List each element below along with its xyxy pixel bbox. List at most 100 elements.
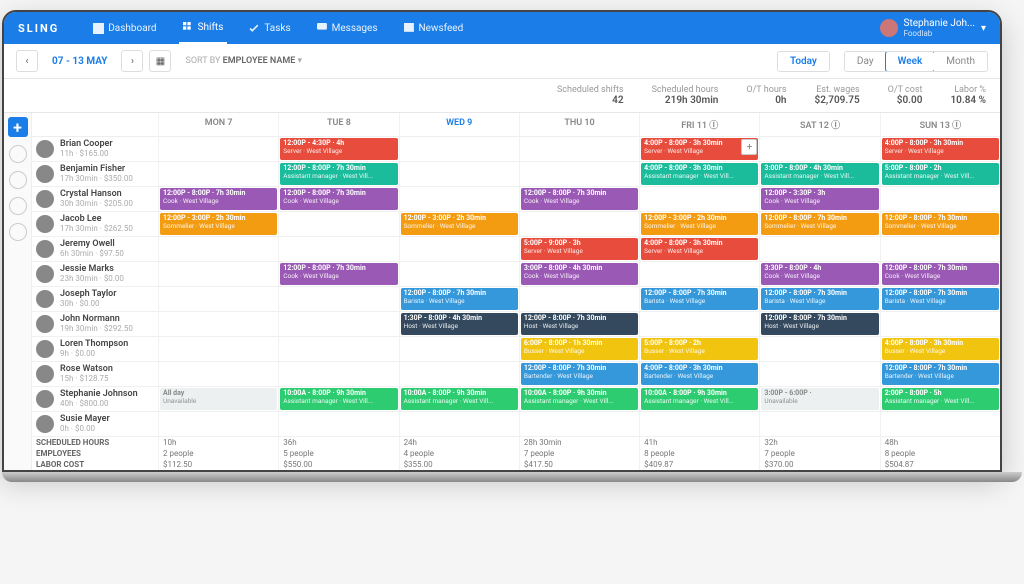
shift-block[interactable]: All dayUnavailable — [160, 388, 277, 410]
shift-slot[interactable]: 12:00P - 8:00P · 7h 30minBartender · Wes… — [519, 362, 639, 387]
shift-slot[interactable]: 12:00P - 3:00P · 2h 30minSommelier · Wes… — [158, 212, 278, 237]
shift-slot[interactable]: 12:00P - 8:00P · 7h 30minSommelier · Wes… — [759, 212, 879, 237]
shift-slot[interactable]: 12:00P - 8:00P · 7h 30minBarista · West … — [399, 287, 519, 312]
shift-slot[interactable] — [278, 287, 398, 312]
shift-block[interactable]: 12:00P - 8:00P · 7h 30minCook · West Vil… — [280, 188, 397, 210]
shift-slot[interactable] — [639, 412, 759, 437]
employee-cell[interactable]: Jeremy Owell6h 30min · $97.50 — [32, 237, 158, 262]
shift-slot[interactable]: 4:00P - 8:00P · 3h 30minServer · West Vi… — [639, 137, 759, 162]
shift-slot[interactable]: 3:30P - 8:00P · 4hCook · West Village — [759, 262, 879, 287]
employee-cell[interactable]: Joseph Taylor30h · $0.00 — [32, 287, 158, 312]
shift-slot[interactable] — [399, 262, 519, 287]
shift-block[interactable]: 12:00P - 8:00P · 7h 30minCook · West Vil… — [882, 263, 999, 285]
shift-block[interactable]: 12:00P - 8:00P · 7h 30minBarista · West … — [761, 288, 878, 310]
shift-slot[interactable]: 4:00P - 8:00P · 3h 30minAssistant manage… — [639, 162, 759, 187]
view-week[interactable]: Week — [885, 51, 936, 72]
shift-slot[interactable] — [519, 287, 639, 312]
shift-slot[interactable]: 12:00P - 8:00P · 7h 30minHost · West Vil… — [519, 312, 639, 337]
shift-slot[interactable]: 10:00A - 8:00P · 9h 30minAssistant manag… — [399, 387, 519, 412]
shift-slot[interactable] — [759, 412, 879, 437]
shift-slot[interactable] — [158, 287, 278, 312]
shift-slot[interactable]: 5:00P - 8:00P · 2hBusser · West Village — [639, 337, 759, 362]
shift-slot[interactable] — [158, 137, 278, 162]
shift-slot[interactable] — [158, 162, 278, 187]
shift-slot[interactable] — [158, 312, 278, 337]
shift-block[interactable]: 12:00P - 3:00P · 2h 30minSommelier · Wes… — [401, 213, 518, 235]
shift-slot[interactable] — [880, 312, 1000, 337]
shift-slot[interactable] — [399, 162, 519, 187]
shift-block[interactable]: 10:00A - 8:00P · 9h 30minAssistant manag… — [521, 388, 638, 410]
shift-block[interactable]: 5:00P - 8:00P · 2hAssistant manager · We… — [882, 163, 999, 185]
employee-cell[interactable]: Loren Thompson9h · $0.00 — [32, 337, 158, 362]
shift-slot[interactable]: 12:00P - 4:30P · 4hServer · West Village — [278, 137, 398, 162]
shift-block[interactable]: 12:00P - 8:00P · 7h 30minBartender · Wes… — [521, 363, 638, 385]
shift-slot[interactable]: 4:00P - 8:00P · 3h 30minBusser · West Vi… — [880, 337, 1000, 362]
shift-block[interactable]: 12:00P - 8:00P · 7h 30minCook · West Vil… — [280, 263, 397, 285]
shift-block[interactable]: 4:00P - 8:00P · 3h 30minBusser · West Vi… — [882, 338, 999, 360]
shift-slot[interactable] — [519, 162, 639, 187]
shift-block[interactable]: 3:00P - 6:00P ·Unavailable — [761, 388, 878, 410]
shift-slot[interactable] — [158, 412, 278, 437]
shift-slot[interactable]: 4:00P - 8:00P · 3h 30minServer · West Vi… — [639, 237, 759, 262]
shift-slot[interactable] — [158, 237, 278, 262]
employee-cell[interactable]: Jacob Lee17h 30min · $262.50 — [32, 212, 158, 237]
shift-slot[interactable]: 10:00A - 8:00P · 9h 30minAssistant manag… — [278, 387, 398, 412]
shift-slot[interactable] — [759, 362, 879, 387]
shift-slot[interactable]: 4:00P - 8:00P · 3h 30minServer · West Vi… — [880, 137, 1000, 162]
shift-slot[interactable]: 4:00P - 8:00P · 3h 30minBartender · West… — [639, 362, 759, 387]
shift-block[interactable]: 6:00P - 8:00P · 1h 30minBusser · West Vi… — [521, 338, 638, 360]
shift-block[interactable]: 10:00A - 8:00P · 9h 30minAssistant manag… — [280, 388, 397, 410]
shift-block[interactable]: 10:00A - 8:00P · 9h 30minAssistant manag… — [641, 388, 758, 410]
shift-slot[interactable]: 3:00P - 6:00P ·Unavailable — [759, 387, 879, 412]
shift-slot[interactable]: 3:00P - 8:00P · 4h 30minCook · West Vill… — [519, 262, 639, 287]
add-shift-button[interactable]: + — [8, 117, 28, 137]
shift-block[interactable]: 10:00A - 8:00P · 9h 30minAssistant manag… — [401, 388, 518, 410]
shift-slot[interactable]: 12:00P - 3:00P · 2h 30minSommelier · Wes… — [639, 212, 759, 237]
print-icon[interactable] — [9, 223, 27, 241]
employee-cell[interactable]: Jessie Marks23h 30min · $0.00 — [32, 262, 158, 287]
shift-block[interactable]: 3:00P - 8:00P · 4h 30minAssistant manage… — [761, 163, 878, 185]
shift-block[interactable]: 12:00P - 8:00P · 7h 30minCook · West Vil… — [521, 188, 638, 210]
employee-cell[interactable]: Stephanie Johnson40h · $800.00 — [32, 387, 158, 412]
shift-slot[interactable]: 2:00P - 8:00P · 5hAssistant manager · We… — [880, 387, 1000, 412]
shift-block[interactable]: 12:00P - 8:00P · 7h 30minBarista · West … — [401, 288, 518, 310]
shift-slot[interactable]: 12:00P - 8:00P · 7h 30minSommelier · Wes… — [880, 212, 1000, 237]
shift-slot[interactable] — [399, 412, 519, 437]
shift-slot[interactable]: 6:00P - 8:00P · 1h 30minBusser · West Vi… — [519, 337, 639, 362]
shift-slot[interactable] — [278, 312, 398, 337]
shift-block[interactable]: 4:00P - 8:00P · 3h 30minAssistant manage… — [641, 163, 758, 185]
shift-block[interactable]: 12:00P - 8:00P · 7h 30minBarista · West … — [882, 288, 999, 310]
date-range[interactable]: 07 - 13 MAY — [44, 56, 115, 67]
shift-block[interactable]: 4:00P - 8:00P · 3h 30minServer · West Vi… — [641, 238, 758, 260]
shift-slot[interactable]: 12:00P - 8:00P · 7h 30minBarista · West … — [880, 287, 1000, 312]
employee-cell[interactable]: Brian Cooper11h · $165.00 — [32, 137, 158, 162]
next-week-button[interactable]: › — [121, 50, 143, 72]
shift-slot[interactable] — [639, 187, 759, 212]
shift-slot[interactable]: 12:00P - 8:00P · 7h 30minCook · West Vil… — [278, 262, 398, 287]
shift-slot[interactable] — [519, 212, 639, 237]
employee-cell[interactable]: John Normann19h 30min · $292.50 — [32, 312, 158, 337]
shift-slot[interactable] — [880, 187, 1000, 212]
view-month[interactable]: Month — [934, 52, 987, 71]
shift-slot[interactable]: 5:00P - 9:00P · 3hServer · West Village — [519, 237, 639, 262]
shift-slot[interactable] — [278, 412, 398, 437]
shift-slot[interactable] — [399, 187, 519, 212]
shift-block[interactable]: 5:00P - 9:00P · 3hServer · West Village — [521, 238, 638, 260]
shift-block[interactable]: 4:00P - 8:00P · 3h 30minServer · West Vi… — [882, 138, 999, 160]
shift-block[interactable]: 12:00P - 3:30P · 3hCook · West Village — [761, 188, 878, 210]
shift-slot[interactable] — [399, 237, 519, 262]
today-button[interactable]: Today — [778, 52, 829, 71]
shift-slot[interactable]: 12:00P - 3:30P · 3hCook · West Village — [759, 187, 879, 212]
shift-slot[interactable]: 12:00P - 8:00P · 7h 30minBartender · Wes… — [880, 362, 1000, 387]
shift-slot[interactable] — [639, 262, 759, 287]
shift-block[interactable]: 12:00P - 8:00P · 7h 30minBartender · Wes… — [882, 363, 999, 385]
shift-slot[interactable] — [399, 362, 519, 387]
shift-slot[interactable]: 12:00P - 8:00P · 7h 30minCook · West Vil… — [278, 187, 398, 212]
shift-block[interactable]: 12:00P - 8:00P · 7h 30minBarista · West … — [641, 288, 758, 310]
shift-slot[interactable] — [759, 137, 879, 162]
shift-slot[interactable] — [158, 337, 278, 362]
nav-shifts[interactable]: Shifts — [179, 12, 228, 44]
shift-slot[interactable]: 12:00P - 8:00P · 7h 30minBarista · West … — [759, 287, 879, 312]
shift-block[interactable]: 12:00P - 8:00P · 7h 30minCook · West Vil… — [160, 188, 277, 210]
shift-block[interactable]: 12:00P - 8:00P · 7h 30minSommelier · Wes… — [761, 213, 878, 235]
